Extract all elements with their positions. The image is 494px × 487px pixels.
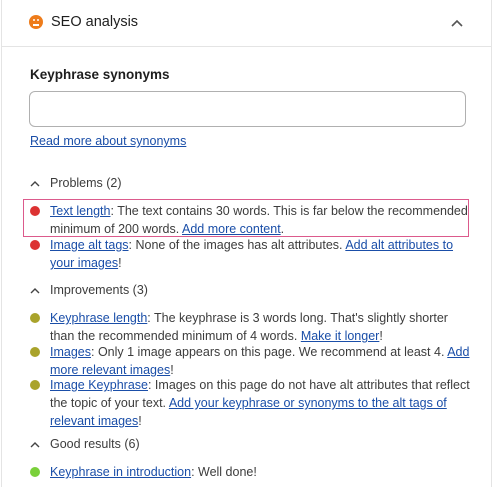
punctuation: ! (379, 329, 383, 343)
punctuation: ! (170, 363, 174, 377)
improvements-section-toggle[interactable]: Improvements (3) (30, 283, 148, 297)
problems-heading: Problems (2) (50, 176, 122, 190)
chevron-up-icon (30, 180, 40, 186)
synonyms-input[interactable] (29, 91, 466, 127)
problems-section-toggle[interactable]: Problems (2) (30, 176, 122, 190)
read-more-synonyms-link[interactable]: Read more about synonyms (30, 134, 186, 148)
improvement-bullet-icon (30, 313, 40, 323)
improvements-heading: Improvements (3) (50, 283, 148, 297)
punctuation: ! (118, 256, 122, 270)
improvement-text: : Only 1 image appears on this page. We … (91, 345, 448, 359)
add-more-content-link[interactable]: Add more content (182, 222, 281, 236)
punctuation: ! (138, 414, 142, 428)
keyphrase-length-link[interactable]: Keyphrase length (50, 311, 147, 325)
chevron-up-icon (30, 287, 40, 293)
image-alt-tags-link[interactable]: Image alt tags (50, 238, 129, 252)
good-bullet-icon (30, 467, 40, 477)
synonyms-label: Keyphrase synonyms (30, 67, 170, 82)
good-results-heading: Good results (6) (50, 437, 140, 451)
text-length-link[interactable]: Text length (50, 204, 110, 218)
images-link[interactable]: Images (50, 345, 91, 359)
chevron-up-icon (451, 19, 463, 27)
face-sad-icon (29, 15, 43, 29)
problem-bullet-icon (30, 206, 40, 216)
panel-title: SEO analysis (51, 14, 139, 30)
punctuation: . (280, 222, 285, 236)
good-text: : Well done! (191, 465, 257, 479)
improvement-bullet-icon (30, 380, 40, 390)
problem-bullet-icon (30, 240, 40, 250)
problem-text: : None of the images has alt attributes. (128, 238, 346, 252)
collapse-button[interactable] (446, 14, 468, 32)
improvement-bullet-icon (30, 347, 40, 357)
make-it-longer-link[interactable]: Make it longer (301, 329, 380, 343)
seo-analysis-panel: SEO analysis Keyphrase synonyms Read mor… (1, 0, 492, 487)
keyphrase-in-introduction-link[interactable]: Keyphrase in introduction (50, 465, 191, 479)
panel-header[interactable]: SEO analysis (2, 0, 491, 47)
chevron-up-icon (30, 441, 40, 447)
image-keyphrase-link[interactable]: Image Keyphrase (50, 378, 148, 392)
good-results-section-toggle[interactable]: Good results (6) (30, 437, 140, 451)
